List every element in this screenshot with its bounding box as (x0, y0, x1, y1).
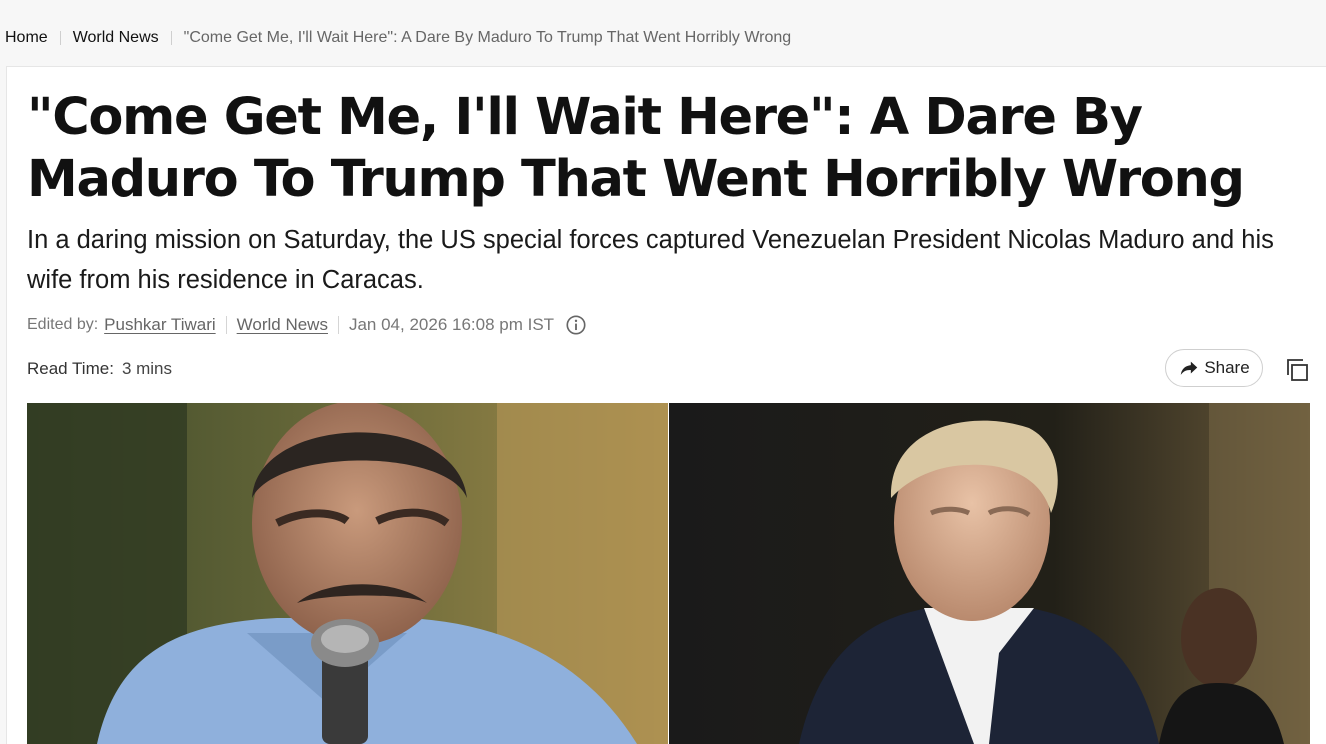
read-time-value: 3 mins (121, 359, 173, 378)
article-card: "Come Get Me, I'll Wait Here": A Dare By… (6, 66, 1326, 744)
copy-icon[interactable] (1282, 355, 1312, 385)
share-button[interactable]: Share (1165, 349, 1263, 387)
breadcrumb-current-page: "Come Get Me, I'll Wait Here": A Dare By… (183, 29, 792, 46)
breadcrumb-section-link[interactable]: World News (73, 29, 159, 47)
editor-link[interactable]: Pushkar Tiwari (104, 315, 215, 335)
meta-separator (337, 316, 339, 334)
share-label: Share (1204, 358, 1250, 377)
read-time-label: Read Time: (27, 359, 114, 378)
publish-date: Jan 04, 2026 16:08 pm IST (348, 315, 555, 334)
hero-image-right-portrait (669, 403, 1310, 744)
article-summary: In a daring mission on Saturday, the US … (27, 226, 1274, 294)
hero-image (27, 403, 1310, 744)
category-link[interactable]: World News (237, 315, 328, 335)
breadcrumb-home-link[interactable]: Home (5, 29, 48, 47)
hero-image-left-speaker (27, 403, 668, 744)
meta-separator (225, 316, 227, 334)
article-headline: "Come Get Me, I'll Wait Here": A Dare By… (27, 88, 1245, 209)
edited-by-label: Edited by: (27, 316, 99, 333)
share-arrow-icon (1181, 361, 1198, 375)
breadcrumb: Home World News "Come Get Me, I'll Wait … (5, 26, 791, 50)
breadcrumb-separator (170, 31, 172, 45)
breadcrumb-separator (59, 31, 61, 45)
read-time: Read Time: 3 mins (27, 357, 172, 381)
article-meta: Edited by: Pushkar Tiwari World News Jan… (27, 311, 587, 339)
info-icon[interactable] (565, 314, 587, 336)
